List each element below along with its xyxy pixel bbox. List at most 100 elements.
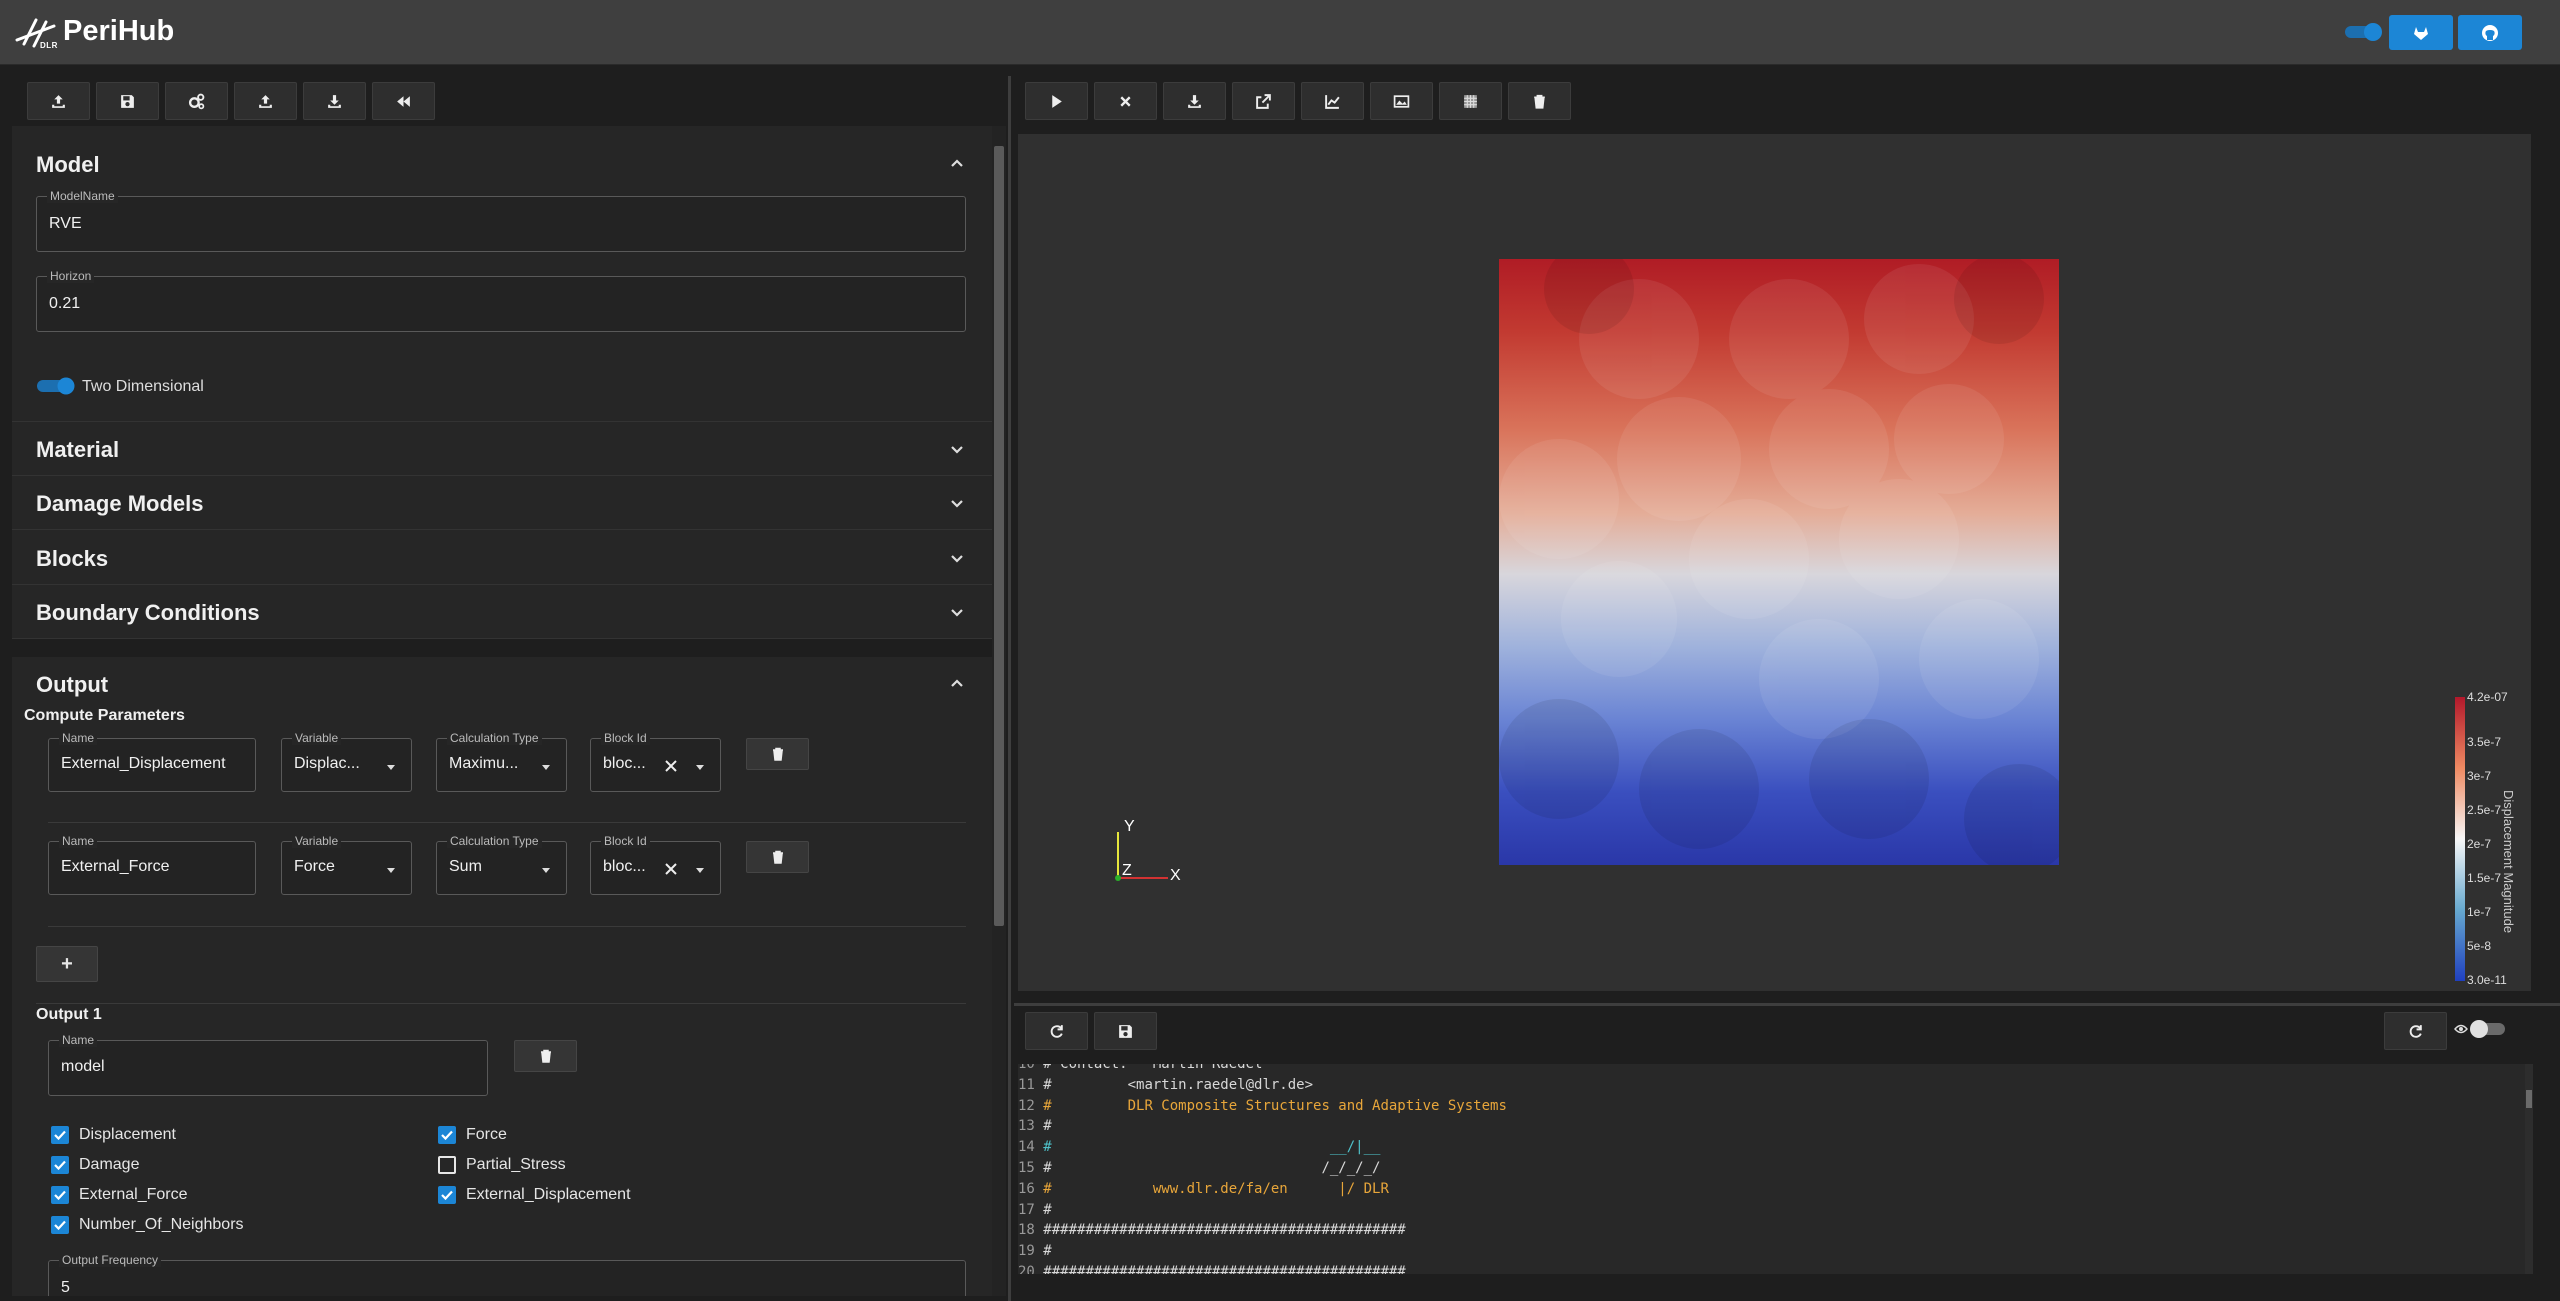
refresh-icon [2409, 1024, 2422, 1038]
trash-icon [772, 747, 783, 761]
chevron-up-icon[interactable] [949, 675, 965, 691]
download-button[interactable] [303, 82, 366, 120]
chevron-down-icon[interactable] [949, 604, 965, 620]
scrollbar-thumb[interactable] [994, 146, 1004, 926]
external-displacement-label: External_Displacement [466, 1186, 631, 1203]
compute-block-id-select[interactable]: Block Id bloc... [590, 834, 721, 895]
delete-results-button[interactable] [1508, 82, 1571, 120]
run-button[interactable] [1025, 82, 1088, 120]
compute-name-field[interactable]: Name External_Displacement [48, 731, 256, 792]
external-displacement-checkbox[interactable] [438, 1186, 456, 1204]
output-section-title: Output [36, 672, 109, 697]
log-scrollbar-thumb[interactable] [2526, 1090, 2532, 1108]
model-settings-panel[interactable]: Model ModelName RVE Horizon 0.21 Two Dim… [12, 126, 992, 1296]
gears-icon [188, 93, 205, 109]
compute-variable-select[interactable]: Variable Displac... [281, 731, 412, 792]
compute-block-id-label: Block Id [601, 731, 650, 745]
cancel-button[interactable] [1094, 82, 1157, 120]
compute-calc-type-select[interactable]: Calculation Type Sum [436, 834, 567, 895]
dark-mode-toggle[interactable] [2343, 22, 2383, 42]
log-line: 15 # /_/_/_/ [1018, 1158, 2531, 1179]
app-header: DLR PeriHub [0, 0, 2560, 65]
log-line-number: 13 [1018, 1118, 1044, 1135]
chart-icon [1325, 94, 1340, 109]
image-button[interactable] [1370, 82, 1433, 120]
model-name-field[interactable]: ModelName RVE [36, 189, 966, 252]
delete-output-button[interactable] [514, 1040, 577, 1072]
log-visibility-toggle[interactable] [2453, 1018, 2509, 1040]
3d-viewer[interactable]: Y Z X [1018, 134, 2531, 991]
external-force-checkbox[interactable] [51, 1186, 69, 1204]
log-line-text: # [1043, 1118, 1052, 1135]
material-section[interactable]: Material [12, 422, 992, 476]
log-line-text: # /_/_/_/ [1043, 1159, 1381, 1176]
log-output[interactable]: 10 # Contact: Martin Raedel 11 # <martin.… [1018, 1064, 2531, 1274]
save-log-button[interactable] [1094, 1012, 1157, 1050]
damage-models-section-title: Damage Models [36, 491, 204, 516]
compute-name-field[interactable]: Name External_Force [48, 834, 256, 895]
compute-calc-type-label: Calculation Type [447, 834, 542, 848]
gitlab-button[interactable] [2389, 15, 2453, 50]
log-line: 10 # Contact: Martin Raedel [1018, 1064, 2531, 1075]
damage-models-section[interactable]: Damage Models [12, 476, 992, 530]
two-dimensional-toggle[interactable] [36, 377, 76, 395]
log-lines: 10 # Contact: Martin Raedel 11 # <martin.… [1018, 1064, 2531, 1274]
left-scrollbar[interactable] [992, 126, 1006, 1296]
download-results-button[interactable] [1163, 82, 1226, 120]
colorbar-tick: 5e-8 [2467, 939, 2492, 953]
clear-icon[interactable] [663, 861, 679, 877]
model-name-value: RVE [49, 215, 82, 232]
log-line: 13 # [1018, 1116, 2531, 1137]
clear-icon[interactable] [663, 758, 679, 774]
log-line: 19 # [1018, 1241, 2531, 1262]
delete-compute-button[interactable] [746, 841, 809, 873]
log-line-number: 16 [1018, 1180, 1044, 1197]
mesh-button[interactable] [1439, 82, 1502, 120]
damage-checkbox[interactable] [51, 1156, 69, 1174]
auto-refresh-button[interactable] [2384, 1012, 2447, 1050]
log-line-number: 12 [1018, 1097, 1044, 1114]
compute-calc-type-select[interactable]: Calculation Type Maximu... [436, 731, 567, 792]
horizon-field[interactable]: Horizon 0.21 [36, 269, 966, 332]
github-button[interactable] [2458, 15, 2522, 50]
compute-calc-type-label: Calculation Type [447, 731, 542, 745]
force-checkbox[interactable] [438, 1126, 456, 1144]
left-toolbar [27, 82, 435, 120]
chevron-up-icon[interactable] [949, 155, 965, 171]
boundary-conditions-section[interactable]: Boundary Conditions [12, 585, 992, 639]
chevron-down-icon[interactable] [949, 550, 965, 566]
viewer-log-divider[interactable] [1014, 1003, 2560, 1006]
save-button[interactable] [96, 82, 159, 120]
reset-button[interactable] [372, 82, 435, 120]
open-external-button[interactable] [1232, 82, 1295, 120]
force-label: Force [466, 1126, 507, 1143]
chevron-down-icon[interactable] [949, 441, 965, 457]
blocks-section[interactable]: Blocks [12, 530, 992, 585]
compute-block-id-select[interactable]: Block Id bloc... [590, 731, 721, 792]
orientation-axes: Y Z X [1110, 818, 1190, 890]
trash-icon [772, 850, 783, 864]
add-compute-button[interactable]: + [36, 946, 98, 982]
output-frequency-field[interactable]: Output Frequency 5 [48, 1253, 966, 1296]
upload-button[interactable] [27, 82, 90, 120]
dropdown-arrow-icon [696, 868, 704, 873]
displacement-checkbox[interactable] [51, 1126, 69, 1144]
log-line-text: # www.dlr.de/fa/en |/ DLR [1043, 1180, 1389, 1197]
download-icon [328, 94, 341, 108]
log-line-text: # __/|__ [1043, 1139, 1381, 1156]
colorbar-tick: 4.2e-07 [2467, 690, 2508, 704]
generate-mesh-button[interactable] [165, 82, 228, 120]
partial-stress-checkbox[interactable] [438, 1156, 456, 1174]
upload-model-button[interactable] [234, 82, 297, 120]
output-name-field[interactable]: Name model [48, 1033, 488, 1096]
compute-variable-select[interactable]: Variable Force [281, 834, 412, 895]
panel-divider[interactable] [1008, 76, 1011, 1301]
gitlab-icon [2414, 26, 2428, 40]
log-scrollbar[interactable] [2525, 1064, 2533, 1274]
number-of-neighbors-checkbox[interactable] [51, 1216, 69, 1234]
refresh-log-button[interactable] [1025, 1012, 1088, 1050]
chevron-down-icon[interactable] [949, 495, 965, 511]
delete-compute-button[interactable] [746, 738, 809, 770]
output-name-value: model [61, 1058, 105, 1075]
plot-button[interactable] [1301, 82, 1364, 120]
